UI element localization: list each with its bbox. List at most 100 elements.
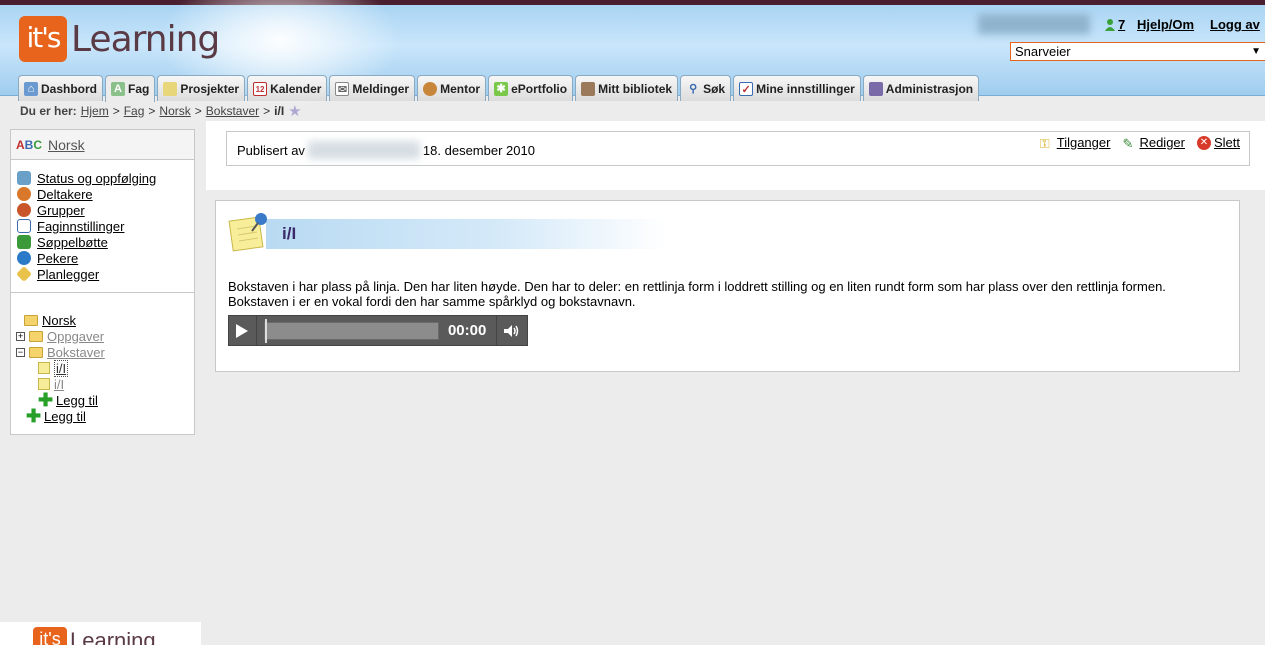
breadcrumb: Du er her: Hjem > Fag > Norsk > Bokstave… xyxy=(20,102,302,120)
play-button[interactable] xyxy=(229,316,257,345)
footer-logo-badge: it's xyxy=(33,627,67,645)
shortcuts-value: Snarveier xyxy=(1015,44,1071,59)
course-icon: A xyxy=(111,82,126,96)
tab-eportfolio[interactable]: ✱ ePortfolio xyxy=(488,75,574,101)
help-link[interactable]: Hjelp/Om xyxy=(1137,17,1194,32)
folder-open-icon xyxy=(29,346,43,358)
volume-button[interactable] xyxy=(495,316,527,345)
course-title[interactable]: Norsk xyxy=(48,137,85,153)
footer-logo: it's Learning xyxy=(0,622,201,645)
planner-icon xyxy=(16,266,32,282)
edit-action[interactable]: ✎ Rediger xyxy=(1122,135,1185,151)
tab-kalender[interactable]: 12 Kalender xyxy=(247,75,328,101)
audio-time: 00:00 xyxy=(447,322,487,339)
add-icon: ✚ xyxy=(26,406,42,426)
project-icon xyxy=(163,81,178,96)
tab-administrasjon[interactable]: Administrasjon xyxy=(862,75,980,101)
header: it's Learning 7 Hjelp/Om Logg av Snarvei… xyxy=(0,0,1265,115)
collapse-icon[interactable]: − xyxy=(16,347,25,357)
participants-icon xyxy=(17,187,31,201)
published-by-label: Publisert av xyxy=(237,142,305,158)
body-line: Bokstaven i er en vokal fordi den har sa… xyxy=(228,294,636,309)
audio-progress-bar[interactable] xyxy=(263,318,439,343)
expand-icon[interactable]: + xyxy=(16,331,25,341)
breadcrumb-hjem[interactable]: Hjem xyxy=(81,104,109,118)
user-online-icon xyxy=(1105,18,1115,31)
delete-action[interactable]: ✕ Slett xyxy=(1196,135,1240,150)
content-tree: Norsk + Oppgaver − Bokstaver i/I i/I ✚ Legg… xyxy=(11,293,194,426)
trash-icon xyxy=(17,235,31,249)
volume-icon xyxy=(503,324,519,337)
menu-item-status[interactable]: Status og oppfølging xyxy=(17,170,194,186)
delete-icon: ✕ xyxy=(1196,135,1211,150)
portfolio-icon: ✱ xyxy=(494,81,509,96)
menu-item-pekere[interactable]: Pekere xyxy=(17,250,194,266)
tab-mine-innstillinger[interactable]: ✓ Mine innstillinger xyxy=(733,75,861,101)
access-action[interactable]: ⚿ Tilganger xyxy=(1039,135,1111,151)
tree-folder-bokstaver[interactable]: − Bokstaver xyxy=(16,344,194,360)
breadcrumb-norsk[interactable]: Norsk xyxy=(159,104,190,118)
tab-mitt-bibliotek[interactable]: Mitt bibliotek xyxy=(575,75,679,101)
favorite-star-icon[interactable]: ★ xyxy=(288,102,301,120)
breadcrumb-fag[interactable]: Fag xyxy=(124,104,145,118)
settings-icon: ✓ xyxy=(739,81,754,96)
tab-mentor[interactable]: Mentor xyxy=(417,75,487,101)
tab-dashbord[interactable]: ⌂ Dashbord xyxy=(18,75,104,101)
author-blurred xyxy=(307,141,420,159)
logo[interactable]: it's Learning xyxy=(19,14,220,64)
online-users[interactable]: 7 xyxy=(1104,17,1125,32)
footer-logo-word: Learning xyxy=(70,628,156,645)
status-icon xyxy=(17,171,31,185)
home-icon: ⌂ xyxy=(24,81,38,96)
logo-word: Learning xyxy=(71,18,220,60)
library-icon xyxy=(581,81,596,96)
play-icon xyxy=(236,323,249,338)
breadcrumb-label: Du er her: xyxy=(20,104,77,118)
tree-root[interactable]: Norsk xyxy=(16,312,194,328)
tree-item-current[interactable]: i/I xyxy=(16,359,194,377)
menu-item-planlegger[interactable]: Planlegger xyxy=(16,266,194,282)
breadcrumb-bokstaver[interactable]: Bokstaver xyxy=(206,104,259,118)
page-title: i/I xyxy=(282,224,297,243)
pinned-note-icon xyxy=(228,213,267,252)
menu-item-grupper[interactable]: Grupper xyxy=(17,202,194,218)
audio-player: 00:00 xyxy=(228,315,528,346)
calendar-icon: 12 xyxy=(253,81,268,96)
tab-meldinger[interactable]: ✉ Meldinger xyxy=(329,75,416,101)
menu-item-soppelbotte[interactable]: Søppelbøtte xyxy=(17,234,194,250)
add-icon: ✚ xyxy=(38,390,54,410)
admin-icon xyxy=(868,81,883,96)
edit-icon: ✎ xyxy=(1122,135,1134,151)
logout-link[interactable]: Logg av xyxy=(1210,17,1260,32)
shortcuts-select[interactable]: Snarveier ▼ xyxy=(1010,42,1265,61)
logo-badge: it's xyxy=(19,16,67,62)
body-line: Bokstaven i har plass på linja. Den har … xyxy=(228,279,1166,294)
course-header: ABC Norsk xyxy=(11,130,194,160)
message-icon: ✉ xyxy=(335,81,350,96)
tab-sok[interactable]: ⚲ Søk xyxy=(680,75,732,101)
globe-icon xyxy=(17,251,31,265)
menu-item-faginnstillinger[interactable]: Faginnstillinger xyxy=(17,218,194,234)
note-icon xyxy=(38,362,50,374)
tab-fag[interactable]: A Fag xyxy=(105,75,156,102)
key-icon: ⚿ xyxy=(1039,135,1050,151)
publish-info: Publisert av 18. desember 2010 ⚿ Tilgange… xyxy=(226,131,1250,166)
course-sidebar: ABC Norsk Status og oppfølging Deltakere… xyxy=(10,129,195,435)
action-links: ⚿ Tilganger ✎ Rediger ✕ Slett xyxy=(1039,135,1240,151)
chevron-down-icon: ▼ xyxy=(1251,46,1261,57)
search-icon: ⚲ xyxy=(689,82,698,95)
main-tabs: ⌂ Dashbord A Fag Prosjekter 12 Kalender ✉ Me… xyxy=(18,75,980,102)
published-date: 18. desember 2010 xyxy=(422,142,535,158)
audio-scrubber-handle[interactable] xyxy=(264,318,267,343)
tab-prosjekter[interactable]: Prosjekter xyxy=(157,75,246,101)
course-menu: Status og oppfølging Deltakere Grupper F… xyxy=(11,160,194,282)
tree-add-inner[interactable]: ✚ Legg til xyxy=(16,390,194,410)
breadcrumb-current: i/I xyxy=(274,104,285,118)
tree-folder-oppgaver[interactable]: + Oppgaver xyxy=(16,328,194,344)
online-count[interactable]: 7 xyxy=(1118,17,1125,32)
body-text: Bokstaven i har plass på linja. Den har … xyxy=(228,279,1228,309)
menu-item-deltakere[interactable]: Deltakere xyxy=(17,186,194,202)
groups-icon xyxy=(17,203,31,217)
tree-add-outer[interactable]: ✚ Legg til xyxy=(16,406,194,426)
user-name-blurred xyxy=(978,14,1090,34)
